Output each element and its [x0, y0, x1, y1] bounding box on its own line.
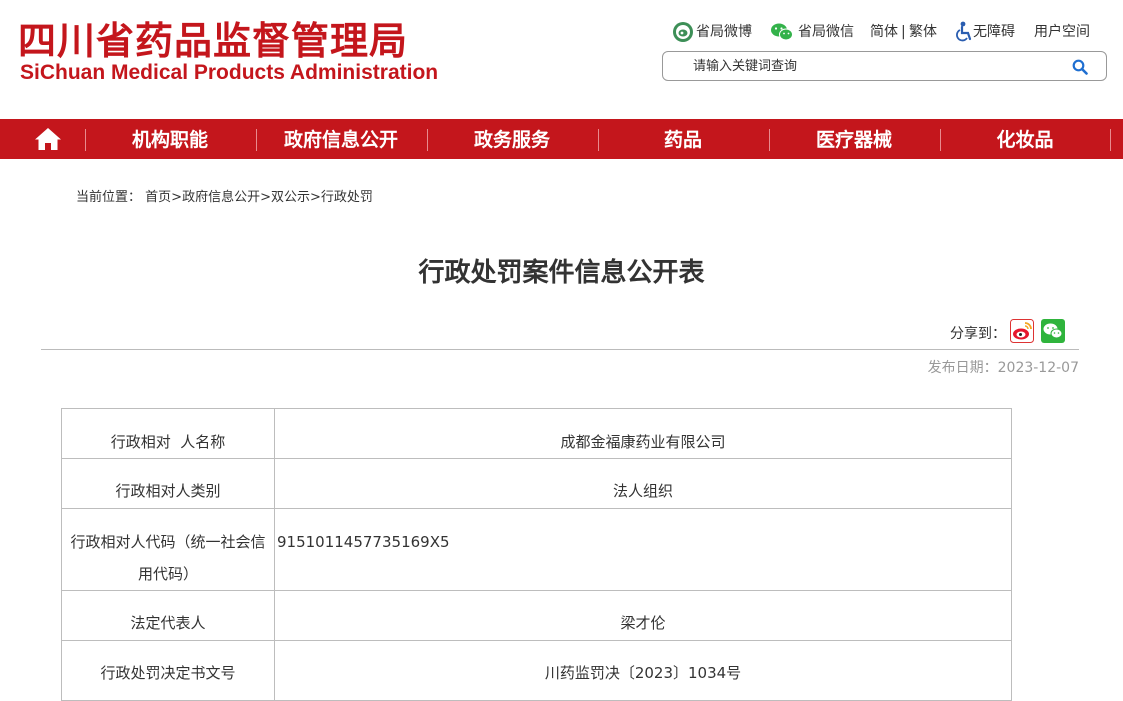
row-value: 川药监罚决〔2023〕1034号	[275, 641, 1012, 700]
breadcrumb-penalty[interactable]: 行政处罚	[321, 190, 373, 205]
nav-item-gov-info[interactable]: 政府信息公开	[256, 119, 426, 159]
weibo-link[interactable]: 省局微博	[672, 20, 754, 44]
breadcrumb-separator: >	[310, 190, 321, 205]
share-wechat-icon[interactable]	[1041, 319, 1065, 343]
share-label: 分享到：	[950, 326, 1006, 342]
home-icon[interactable]	[34, 127, 62, 151]
weibo-label: 省局微博	[696, 24, 752, 40]
breadcrumb-separator: >	[260, 190, 271, 205]
table-row: 行政处罚决定书文号 川药监罚决〔2023〕1034号	[61, 641, 1012, 701]
nav-divider	[1110, 129, 1111, 151]
main-nav: 机构职能 政府信息公开 政务服务 药品 医疗器械 化妆品	[0, 119, 1123, 159]
accessibility-label: 无障碍	[973, 24, 1015, 40]
wechat-icon	[771, 23, 793, 41]
accessibility-link[interactable]: 无障碍	[955, 20, 1021, 44]
search-box	[662, 51, 1107, 81]
title-divider	[41, 349, 1079, 350]
table-row: 行政相对人类别 法人组织	[61, 459, 1012, 509]
accessibility-icon	[956, 21, 972, 42]
breadcrumb-gov-info[interactable]: 政府信息公开	[182, 190, 260, 205]
wechat-link[interactable]: 省局微信	[770, 20, 858, 44]
nav-item-devices[interactable]: 医疗器械	[769, 119, 939, 159]
weibo-icon	[673, 22, 693, 42]
logo-english-title: SiChuan Medical Products Administration	[20, 61, 439, 84]
traditional-label: 繁体	[909, 24, 937, 40]
user-space-label: 用户空间	[1034, 24, 1090, 40]
nav-item-institution[interactable]: 机构职能	[85, 119, 255, 159]
search-input[interactable]	[681, 56, 1085, 76]
row-label: 法定代表人	[61, 591, 275, 640]
lang-separator-text: |	[901, 24, 906, 40]
breadcrumb-double-publicity[interactable]: 双公示	[271, 190, 310, 205]
search-icon[interactable]	[1072, 59, 1088, 75]
breadcrumb: 当前位置： 首页>政府信息公开>双公示>行政处罚	[76, 190, 373, 206]
nav-item-drugs[interactable]: 药品	[598, 119, 768, 159]
simplified-label: 简体	[870, 24, 898, 40]
page-title: 行政处罚案件信息公开表	[418, 258, 705, 288]
table-row: 行政相对 人名称 成都金福康药业有限公司	[61, 409, 1012, 459]
lang-separator: |	[901, 20, 909, 44]
breadcrumb-prefix: 当前位置：	[76, 190, 142, 205]
breadcrumb-separator: >	[171, 190, 183, 205]
row-value: 成都金福康药业有限公司	[275, 409, 1012, 458]
publish-date: 发布日期：2023-12-07	[927, 360, 1079, 376]
user-space-link[interactable]: 用户空间	[1034, 20, 1094, 44]
row-value: 法人组织	[275, 459, 1012, 508]
logo-chinese-title: 四川省药品监督管理局	[18, 19, 409, 63]
row-label: 行政相对人类别	[61, 459, 275, 508]
wechat-label: 省局微信	[798, 24, 854, 40]
traditional-chinese-link[interactable]: 繁体	[909, 20, 939, 44]
breadcrumb-home[interactable]: 首页	[145, 190, 171, 205]
row-label: 行政处罚决定书文号	[61, 641, 275, 700]
share-weibo-icon[interactable]	[1010, 319, 1034, 343]
table-row: 法定代表人 梁才伦	[61, 591, 1012, 641]
nav-item-cosmetics[interactable]: 化妆品	[940, 119, 1110, 159]
row-value: 9151011457735169X5	[275, 509, 1012, 590]
row-label: 行政相对 人名称	[61, 409, 275, 458]
nav-item-services[interactable]: 政务服务	[427, 119, 597, 159]
penalty-info-table: 行政相对 人名称 成都金福康药业有限公司 行政相对人类别 法人组织 行政相对人代…	[61, 408, 1012, 701]
simplified-chinese-link[interactable]: 简体	[870, 20, 900, 44]
row-label: 行政相对人代码（统一社会信用代码）	[61, 509, 275, 590]
table-row: 行政相对人代码（统一社会信用代码） 9151011457735169X5	[61, 509, 1012, 591]
row-value: 梁才伦	[275, 591, 1012, 640]
